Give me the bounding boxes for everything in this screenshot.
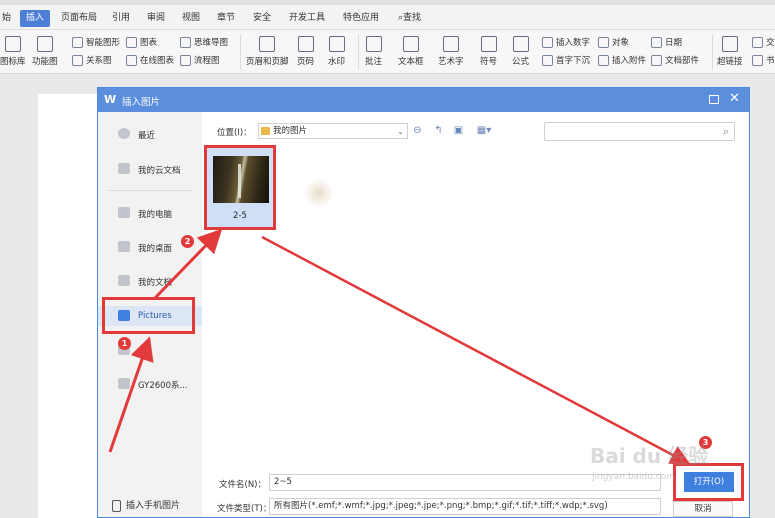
step-badge-2: 2: [181, 235, 194, 248]
arrow-to-open: [261, 235, 691, 465]
step-badge-1: 1: [118, 337, 131, 350]
arrow-to-pictures: [108, 336, 154, 453]
watermark-url: jingyan.baidu.com: [592, 472, 676, 482]
watermark-text: Bai du 经验: [590, 444, 709, 468]
